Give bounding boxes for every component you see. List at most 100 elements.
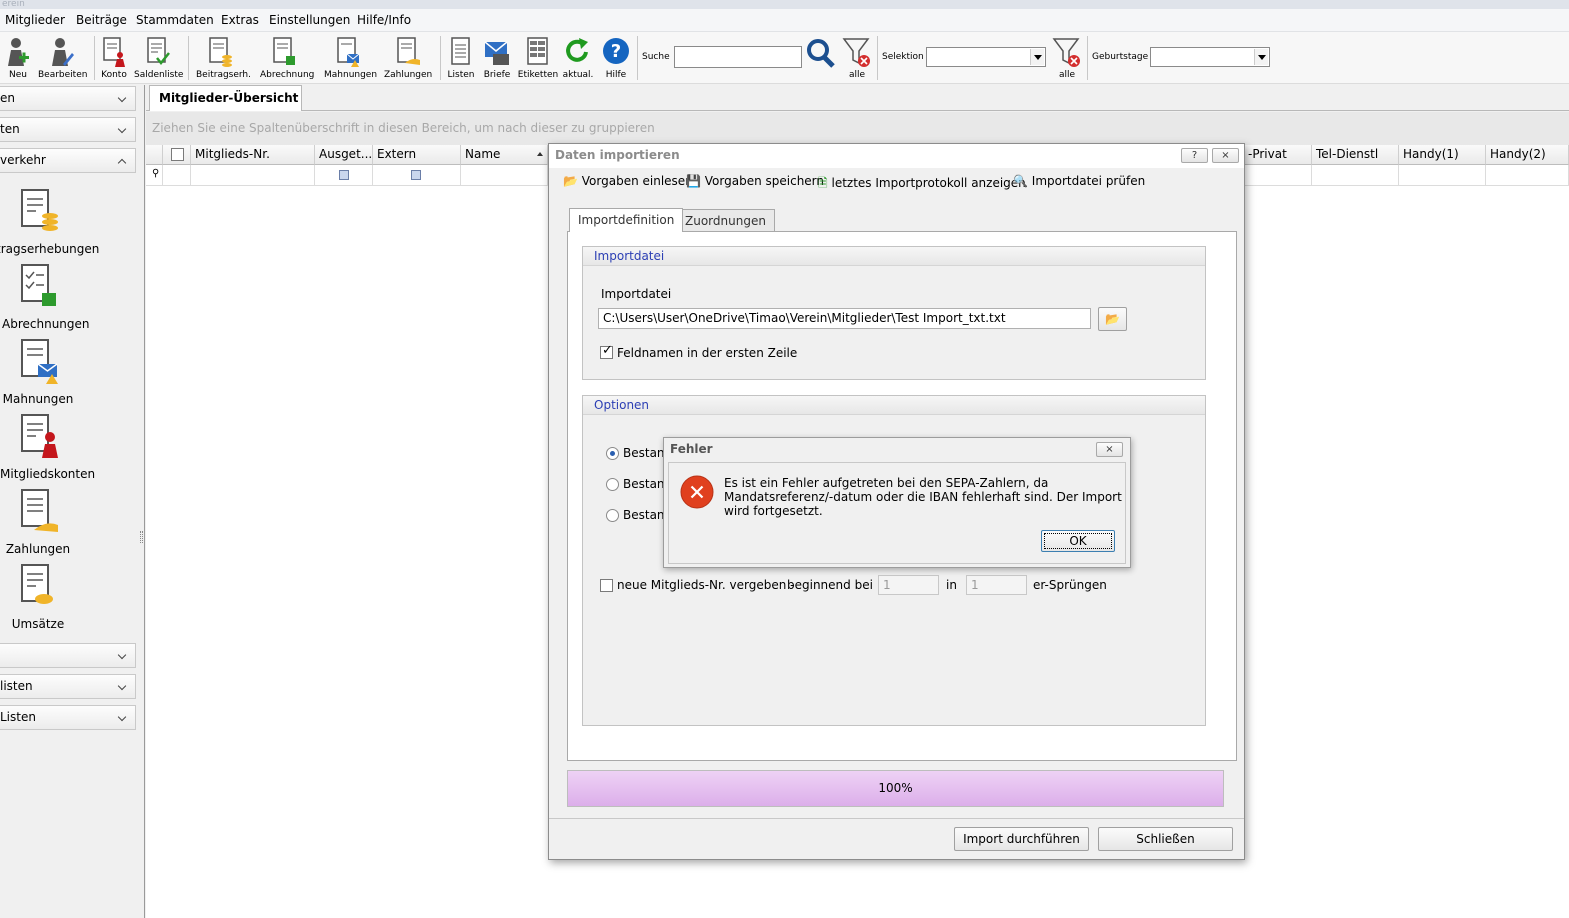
clear-selection-button[interactable]: alle [1052, 34, 1082, 82]
option-radio-1[interactable] [606, 447, 619, 460]
new-number-checkbox[interactable] [600, 579, 613, 592]
filter-cell[interactable] [461, 165, 548, 186]
ok-button[interactable]: OK [1041, 530, 1115, 552]
fee-collection-button[interactable]: Beitragserh. [196, 34, 251, 82]
toolbar-separator [637, 36, 638, 80]
selection-label: Selektion [882, 52, 924, 62]
dialog-close-button[interactable]: × [1212, 148, 1239, 163]
sidebar-group-1[interactable]: en [0, 86, 136, 111]
check-import-file-button[interactable]: 🔍 Importdatei prüfen [1013, 174, 1145, 188]
column-header-tel-privat[interactable]: -Privat [1244, 145, 1312, 165]
filter-cell[interactable] [373, 165, 461, 186]
tab-zuordnungen[interactable]: Zuordnungen [676, 209, 775, 232]
import-file-path-input[interactable]: C:\Users\User\OneDrive\Timao\Verein\Mitg… [598, 308, 1091, 329]
filter-cell[interactable] [1244, 165, 1312, 186]
header-row-checkbox[interactable]: ✓ [600, 343, 613, 359]
fee-collection-icon [209, 37, 232, 67]
column-header-handy-1[interactable]: Handy(1) [1399, 145, 1486, 165]
filter-checkbox[interactable] [411, 170, 421, 180]
search-input[interactable] [674, 46, 802, 68]
balance-list-label: Saldenliste [134, 70, 184, 80]
select-all-checkbox[interactable] [171, 148, 184, 161]
refresh-button[interactable]: aktual. [563, 34, 593, 82]
list-icon [451, 37, 470, 65]
menu-stammdaten[interactable]: Stammdaten [136, 13, 214, 27]
start-number-input[interactable]: 1 [878, 575, 939, 595]
column-header-extern[interactable]: Extern [373, 145, 461, 165]
search-icon: 🔍 [1013, 174, 1028, 188]
close-dialog-button[interactable]: Schließen [1098, 827, 1233, 851]
select-all-header[interactable] [163, 145, 191, 165]
error-message: Es ist ein Fehler aufgetreten bei den SE… [724, 476, 1122, 518]
show-import-log-button[interactable]: 🗎 letztes Importprotokoll anzeigen [818, 174, 1026, 195]
import-file-group-title: Importdatei [583, 247, 1205, 266]
sidebar-group-label: ten [0, 122, 20, 136]
sidebar-item-zahlungen[interactable]: Zahlungen [0, 488, 76, 556]
save-presets-button[interactable]: 💾 Vorgaben speichern [686, 174, 824, 188]
new-button[interactable]: Neu [4, 34, 32, 82]
filter-cell[interactable] [1486, 165, 1569, 186]
chevron-down-icon[interactable] [1254, 49, 1268, 65]
menu-beitraege[interactable]: Beiträge [76, 13, 127, 27]
clear-filter-button[interactable]: alle [842, 34, 872, 82]
browse-button[interactable]: 📂 [1098, 307, 1127, 331]
column-header-ausgetreten[interactable]: Ausget... [315, 145, 373, 165]
sidebar-item-beitragserhebungen[interactable]: tragserhebungen [0, 188, 99, 256]
sidebar-group-2[interactable]: ten [0, 117, 136, 142]
menu-extras[interactable]: Extras [221, 13, 259, 27]
birthdays-label: Geburtstage [1092, 52, 1149, 62]
sidebar-group-5[interactable]: listen [0, 674, 136, 699]
sidebar-item-mahnungen[interactable]: Mahnungen [0, 338, 76, 406]
menu-mitglieder[interactable]: Mitglieder [5, 13, 65, 27]
row-indicator-header [146, 145, 163, 165]
filter-cell[interactable] [315, 165, 373, 186]
load-presets-button[interactable]: 📂 Vorgaben einlesen [563, 174, 693, 188]
sidebar-group-4[interactable] [0, 643, 136, 668]
birthdays-combo[interactable] [1150, 47, 1270, 67]
column-header-mitglieds-nr[interactable]: Mitglieds-Nr. [191, 145, 315, 165]
column-header-name[interactable]: Name [461, 145, 548, 165]
dialog-help-button[interactable]: ? [1181, 148, 1208, 163]
sidebar-group-6[interactable]: Listen [0, 705, 136, 730]
payments-icon [21, 489, 58, 532]
selection-combo[interactable] [926, 47, 1046, 67]
option-radio-3[interactable] [606, 509, 619, 522]
option-radio-2[interactable] [606, 478, 619, 491]
tab-importdefinition[interactable]: Importdefinition [569, 208, 684, 232]
payments-button[interactable]: Zahlungen [384, 34, 432, 82]
balance-list-button[interactable]: Saldenliste [134, 34, 183, 82]
sidebar-item-abrechnungen[interactable]: Abrechnungen [0, 263, 90, 331]
filter-cell[interactable] [1399, 165, 1486, 186]
sidebar-item-mitgliedskonten[interactable]: Mitgliedskonten [0, 413, 95, 481]
run-import-button[interactable]: Import durchführen [954, 827, 1089, 851]
progress-bar: 100% [567, 770, 1224, 807]
check-import-file-label: Importdatei prüfen [1031, 174, 1146, 188]
menu-einstellungen[interactable]: Einstellungen [269, 13, 350, 27]
column-header-handy-2[interactable]: Handy(2) [1486, 145, 1569, 165]
filter-cell[interactable] [191, 165, 315, 186]
filter-cell[interactable] [1312, 165, 1399, 186]
labels-button[interactable]: Etiketten [518, 34, 558, 82]
payments-label: Zahlungen [384, 70, 433, 80]
letters-button[interactable]: Briefe [483, 34, 511, 82]
edit-button[interactable]: Bearbeiten [38, 34, 87, 82]
group-by-panel[interactable]: Ziehen Sie eine Spaltenüberschrift in di… [146, 112, 1569, 145]
sidebar-group-zahlungsverkehr[interactable]: verkehr [0, 148, 136, 173]
settlement-button[interactable]: Abrechnung [260, 34, 314, 82]
account-button[interactable]: Konto [100, 34, 128, 82]
clear-selection-label: alle [1058, 70, 1076, 80]
filter-checkbox[interactable] [339, 170, 349, 180]
splitter-grip[interactable] [140, 531, 143, 543]
step-input[interactable]: 1 [966, 575, 1027, 595]
chevron-down-icon[interactable] [1030, 49, 1044, 65]
help-button[interactable]: ? Hilfe [601, 34, 631, 82]
sidebar-item-umsaetze[interactable]: Umsätze [0, 563, 76, 631]
tab-mitglieder-uebersicht[interactable]: Mitglieder-Übersicht [149, 85, 302, 111]
reminders-button[interactable]: Mahnungen [324, 34, 377, 82]
filter-cell[interactable] [163, 165, 191, 186]
menu-hilfe-info[interactable]: Hilfe/Info [357, 13, 411, 27]
error-close-button[interactable]: × [1096, 442, 1123, 457]
lists-button[interactable]: Listen [448, 34, 474, 82]
column-header-tel-dienstl[interactable]: Tel-Dienstl [1312, 145, 1399, 165]
in-label: in [946, 578, 957, 592]
